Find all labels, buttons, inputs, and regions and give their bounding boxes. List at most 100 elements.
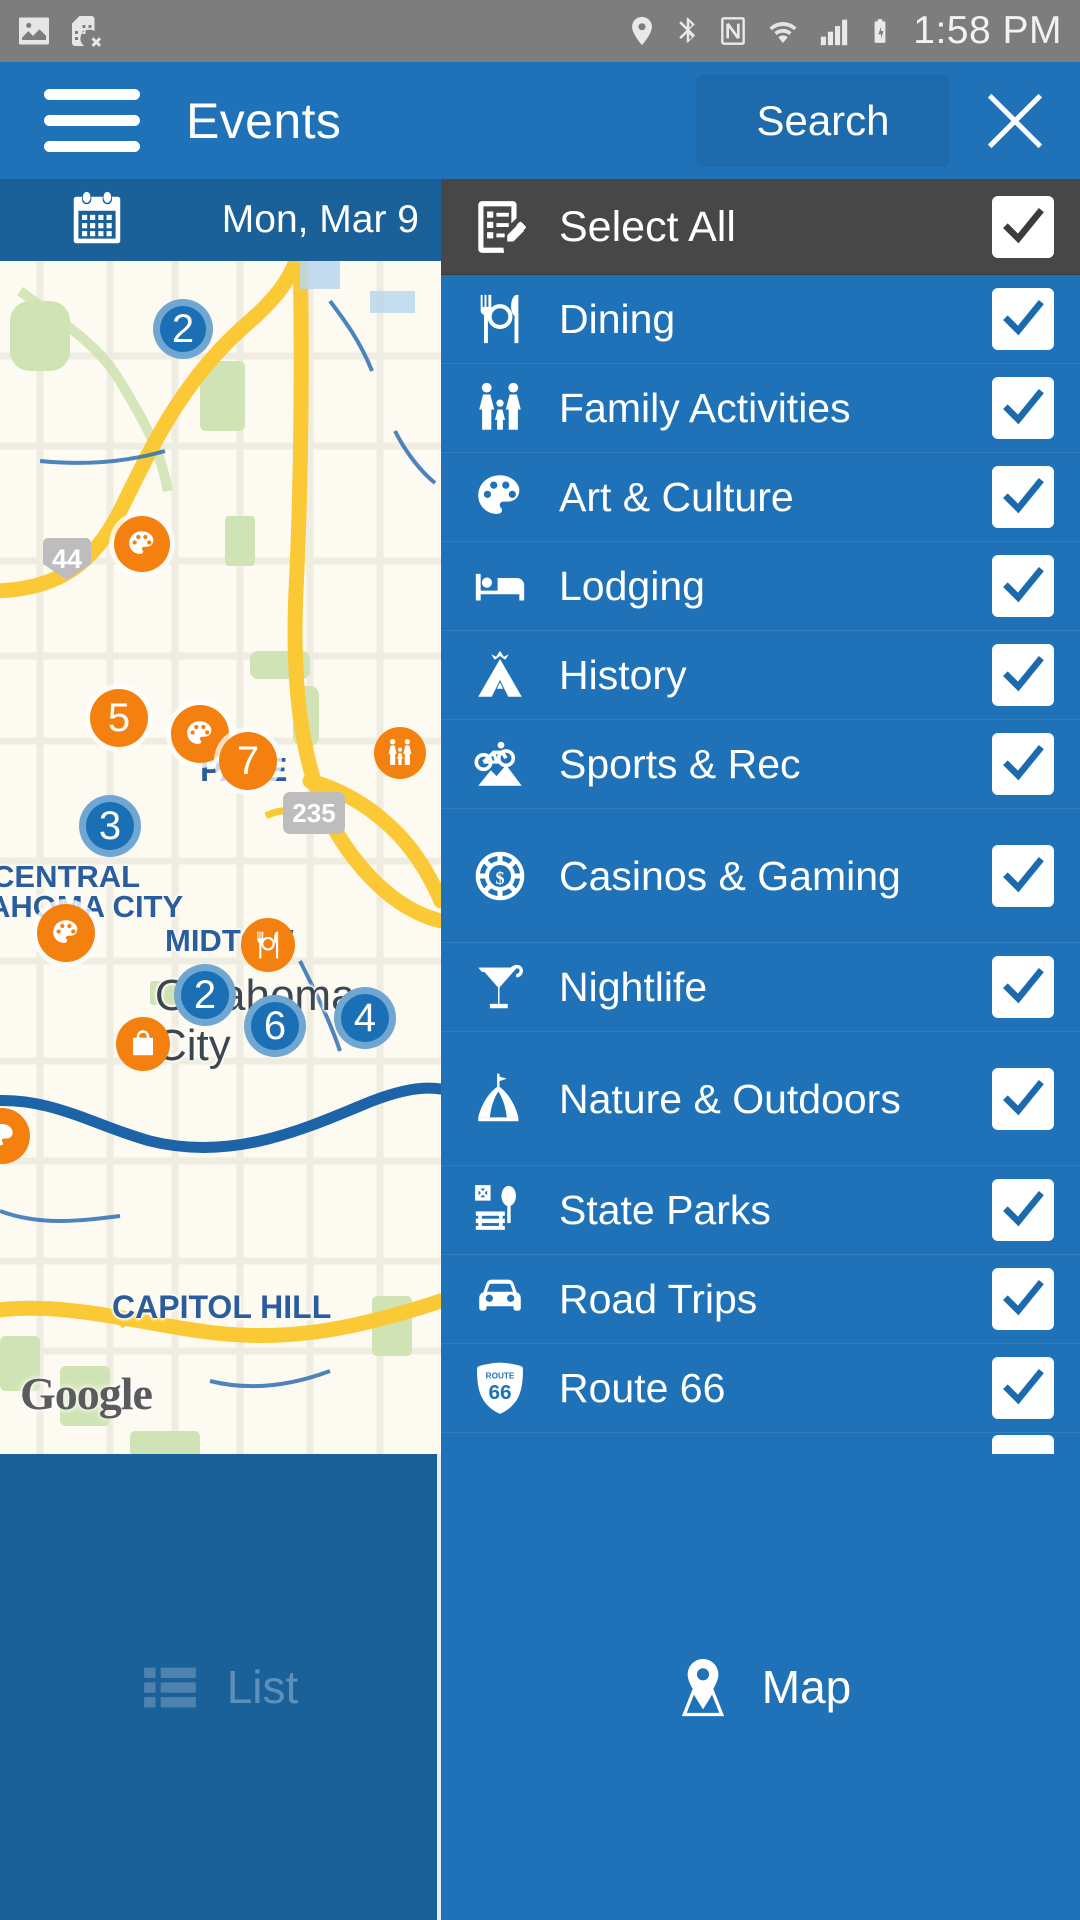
category-checkbox[interactable]	[992, 1268, 1054, 1330]
map-category-marker-family[interactable]	[374, 727, 426, 779]
category-checkbox[interactable]	[992, 1434, 1054, 1454]
art-palette-icon	[0, 1124, 13, 1146]
category-row-road-trips[interactable]: Road Trips	[441, 1255, 1080, 1344]
bottom-navigation: List Map	[0, 1454, 1080, 1920]
art-palette-icon	[441, 468, 559, 526]
bluetooth-icon	[679, 17, 696, 43]
park-bench-icon	[441, 1181, 559, 1239]
image-icon	[19, 17, 49, 45]
category-row-sports-rec[interactable]: Sports & Rec	[441, 720, 1080, 809]
category-row-history[interactable]: History	[441, 631, 1080, 720]
category-label: History	[559, 652, 687, 698]
art-palette-icon	[187, 721, 212, 744]
marker-count: 2	[193, 972, 217, 1017]
category-row-state-parks[interactable]: State Parks	[441, 1166, 1080, 1255]
map-cluster-marker[interactable]: 4	[334, 987, 396, 1049]
family-icon	[388, 739, 412, 765]
app-bar: Events Search	[0, 62, 1080, 179]
nav-tab-list[interactable]: List	[0, 1454, 441, 1920]
category-row-nature-outdoors[interactable]: Nature & Outdoors	[441, 1032, 1080, 1166]
category-checkbox[interactable]	[992, 733, 1054, 795]
selected-date: Mon, Mar 9	[221, 198, 419, 241]
category-checkbox[interactable]	[992, 466, 1054, 528]
map-view[interactable]: 44 235 PASE CENTRAL AHOMA CITY MIDTOW Ok…	[0, 261, 441, 1454]
nav-tab-map[interactable]: Map	[441, 1454, 1080, 1920]
map-cluster-marker[interactable]: 2	[153, 299, 213, 359]
category-row-route-66[interactable]: ROUTE 66 Route 66	[441, 1344, 1080, 1433]
category-checkbox[interactable]	[992, 1067, 1054, 1130]
map-category-marker-art[interactable]	[114, 516, 170, 572]
category-label: Lodging	[559, 563, 705, 609]
select-all-checkbox[interactable]	[992, 195, 1054, 258]
route-shield-icon: ROUTE 66	[441, 1359, 559, 1417]
svg-text:66: 66	[488, 1381, 511, 1404]
map-category-marker-art[interactable]	[37, 904, 95, 962]
category-label: Nightlife	[559, 964, 708, 1010]
category-row-lodging[interactable]: Lodging	[441, 542, 1080, 631]
svg-text:ROUTE: ROUTE	[486, 1371, 515, 1380]
map-cluster-marker[interactable]: 3	[79, 795, 141, 857]
map-cluster-marker[interactable]: 6	[244, 995, 306, 1057]
marker-count: 2	[171, 306, 195, 351]
category-label: Dining	[559, 296, 676, 342]
bed-icon	[441, 557, 559, 615]
map-category-marker-dining[interactable]	[241, 918, 295, 972]
map-category-marker-shopping[interactable]	[116, 1017, 170, 1071]
category-row-casinos-gaming[interactable]: $ Casinos & Gaming	[441, 809, 1080, 943]
category-checkbox[interactable]	[992, 377, 1054, 439]
signal-icon	[821, 19, 848, 46]
map-cluster-marker[interactable]: 5	[90, 689, 148, 747]
marker-count: 3	[98, 803, 122, 848]
highway-shield: 235	[283, 792, 345, 834]
date-selector-bar[interactable]: Mon, Mar 9	[0, 179, 441, 261]
page-title: Events	[186, 92, 342, 149]
close-icon	[987, 93, 1043, 148]
app-screen: 1:58 PM Events Search Mon, Mar 9 44 235 …	[0, 0, 1080, 1920]
search-button[interactable]: Search	[696, 74, 950, 167]
cocktail-icon	[441, 958, 559, 1016]
map-cluster-marker[interactable]: 2	[174, 964, 236, 1026]
category-row-art-culture[interactable]: Art & Culture	[441, 453, 1080, 542]
category-label: Road Trips	[559, 1276, 758, 1322]
category-checkbox[interactable]	[992, 956, 1054, 1018]
marker-count: 6	[263, 1003, 287, 1048]
marker-count: 7	[236, 738, 260, 783]
art-palette-icon	[53, 920, 78, 943]
nfc-icon	[721, 17, 746, 45]
hamburger-menu-icon[interactable]	[44, 89, 140, 152]
category-checkbox[interactable]	[992, 1179, 1054, 1241]
status-bar-clock: 1:58 PM	[913, 9, 1062, 52]
category-checkbox[interactable]	[992, 1357, 1054, 1419]
shopping-bag-icon	[133, 1030, 153, 1056]
status-bar-left-icons	[0, 13, 102, 49]
category-checkbox[interactable]	[992, 555, 1054, 617]
status-bar-right-icons: 1:58 PM	[625, 9, 1080, 53]
car-icon	[441, 1270, 559, 1328]
category-row-partial[interactable]	[441, 1433, 1080, 1454]
art-palette-icon	[129, 531, 154, 554]
nav-map-label: Map	[761, 1661, 852, 1713]
category-checkbox[interactable]	[992, 288, 1054, 350]
category-row-nightlife[interactable]: Nightlife	[441, 943, 1080, 1032]
category-label: Casinos & Gaming	[559, 852, 901, 899]
category-row-family-activities[interactable]: Family Activities	[441, 364, 1080, 453]
map-canvas	[0, 261, 441, 1454]
close-button[interactable]	[950, 62, 1080, 179]
sim-card-error-icon	[72, 16, 102, 47]
marker-count: 5	[107, 695, 131, 740]
category-label: Route 66	[559, 1365, 726, 1411]
category-label: State Parks	[559, 1187, 771, 1233]
category-checkbox[interactable]	[992, 844, 1054, 907]
mountain-bike-icon	[441, 735, 559, 793]
select-all-row[interactable]: Select All	[441, 179, 1080, 275]
dining-icon	[257, 931, 279, 959]
calendar-icon	[73, 191, 121, 244]
map-cluster-marker[interactable]: 7	[219, 732, 277, 790]
category-label: Art & Culture	[559, 474, 794, 520]
category-row-dining[interactable]: Dining	[441, 275, 1080, 364]
category-checkbox[interactable]	[992, 644, 1054, 706]
dining-icon	[441, 290, 559, 348]
select-all-label: Select All	[559, 202, 736, 251]
list-icon	[143, 1667, 196, 1708]
google-attribution: Google	[20, 1368, 153, 1419]
